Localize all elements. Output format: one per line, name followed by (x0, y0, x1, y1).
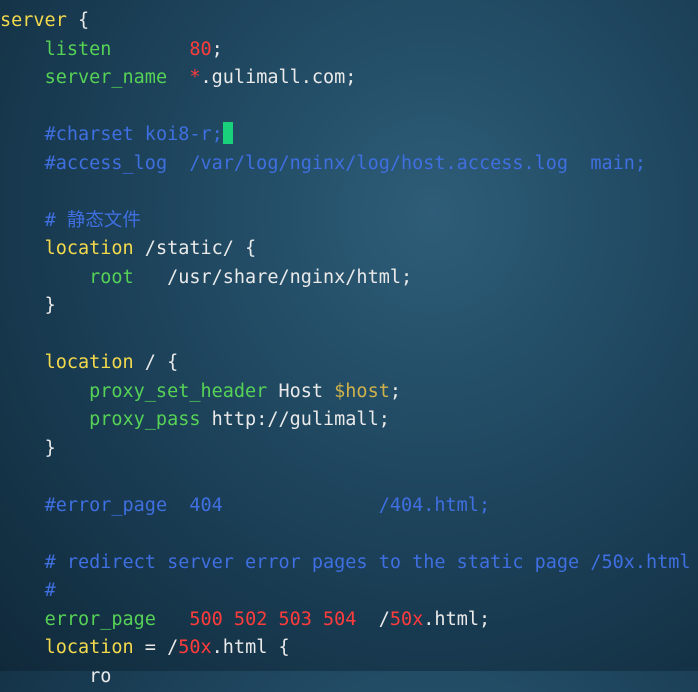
keyword: server (0, 10, 67, 31)
code-line: #access_log /var/log/nginx/log/host.acce… (0, 150, 646, 179)
code-line: error_page 500 502 503 504 /50x.html; (44, 609, 491, 630)
directive: listen (44, 39, 112, 60)
comment: # redirect server error pages to the sta… (44, 552, 691, 573)
comment: # (44, 580, 56, 601)
keyword: location (44, 637, 134, 658)
text-cursor (222, 122, 233, 144)
directive: error_page (44, 609, 156, 630)
code-line: # (0, 577, 56, 606)
keyword: location (44, 352, 134, 373)
code-line: # 静态文件 (0, 207, 141, 236)
comment: #charset koi8-r; (44, 124, 223, 145)
code-line: location /static/ { (44, 238, 257, 259)
code-line-partial: ro (44, 666, 112, 687)
code-line: root /usr/share/nginx/html; (89, 267, 413, 288)
directive: proxy_set_header (89, 381, 268, 402)
code-editor[interactable]: server { listen 80; server_name *.gulima… (0, 0, 698, 687)
directive: proxy_pass (89, 409, 201, 430)
wildcard: * (189, 67, 201, 88)
comment: #error_page 404 /404.html; (44, 495, 491, 516)
comment: # 静态文件 (44, 210, 141, 231)
number: 50x (178, 637, 212, 658)
code-line: server { (0, 10, 90, 31)
number: 50x (389, 609, 424, 630)
variable: $host (334, 381, 390, 402)
code-line: #charset koi8-r; (0, 121, 233, 150)
code-line: } (44, 295, 56, 316)
code-line: location / { (44, 352, 179, 373)
status-codes: 500 502 503 504 (189, 609, 357, 630)
code-line: #error_page 404 /404.html; (0, 492, 491, 521)
code-line: proxy_set_header Host $host; (89, 381, 401, 402)
directive: root (89, 267, 134, 288)
code-line: # redirect server error pages to the sta… (0, 549, 691, 578)
keyword: location (44, 238, 134, 259)
code-line: location = /50x.html { (44, 637, 290, 658)
comment: #access_log /var/log/nginx/log/host.acce… (44, 153, 647, 174)
code-line: server_name *.gulimall.com; (44, 67, 357, 88)
code-line: proxy_pass http://gulimall; (89, 409, 390, 430)
code-line: listen 80; (44, 39, 223, 60)
number: 80 (189, 39, 212, 60)
directive: server_name (44, 67, 168, 88)
code-line: } (44, 438, 56, 459)
